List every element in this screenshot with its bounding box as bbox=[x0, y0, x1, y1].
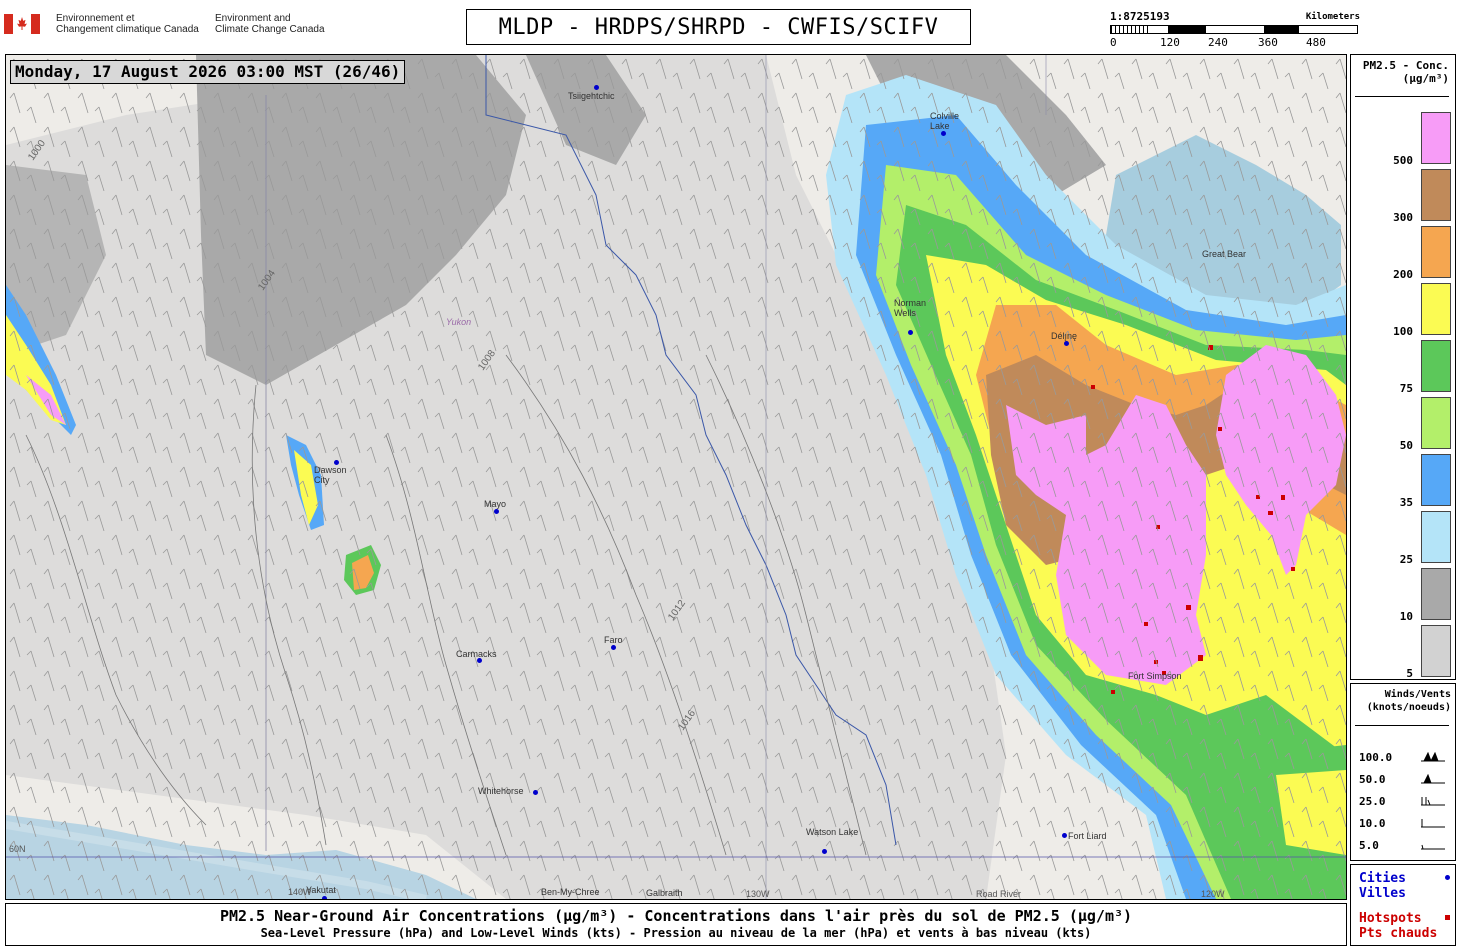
wind-barb-icon bbox=[1421, 797, 1445, 806]
caption-line-2: Sea-Level Pressure (hPa) and Low-Level W… bbox=[260, 926, 1092, 940]
city-marker[interactable] bbox=[822, 849, 827, 854]
wind-barb-icon bbox=[1421, 819, 1445, 828]
wind-speed-label: 100.0 bbox=[1359, 751, 1393, 764]
wind-speed-label: 5.0 bbox=[1359, 839, 1379, 852]
hotspot-square-icon bbox=[1445, 915, 1450, 920]
edge-label: 130W bbox=[746, 889, 770, 899]
city-marker[interactable] bbox=[611, 645, 616, 650]
city-marker[interactable] bbox=[322, 896, 327, 899]
concentration-map bbox=[6, 55, 1346, 899]
scale-tick: 480 bbox=[1306, 36, 1326, 49]
wind-speed-label: 25.0 bbox=[1359, 795, 1386, 808]
legend-level-label: 75 bbox=[1399, 382, 1413, 395]
wind-speed-label: 50.0 bbox=[1359, 773, 1386, 786]
canada-flag-icon bbox=[4, 14, 40, 34]
place-label: Tsiigehtchic bbox=[568, 91, 615, 101]
legend-swatch bbox=[1421, 397, 1451, 449]
city-marker[interactable] bbox=[594, 85, 599, 90]
place-label: Ben-My-Chree bbox=[541, 887, 600, 897]
scale-tick: 0 bbox=[1110, 36, 1117, 49]
legend-swatch bbox=[1421, 454, 1451, 506]
legend-unit: (knots/noeuds) bbox=[1366, 702, 1451, 713]
place-label: Mayo bbox=[484, 499, 507, 509]
legend-swatch bbox=[1421, 169, 1451, 221]
wind-barb-icon bbox=[1421, 844, 1445, 850]
place-label: Fort Simpson bbox=[1128, 671, 1182, 681]
city-marker[interactable] bbox=[1062, 833, 1067, 838]
scale-ratio: 1:8725193 bbox=[1110, 10, 1170, 23]
scale-graduation bbox=[1110, 25, 1358, 34]
scale-unit: Kilometers bbox=[1305, 12, 1360, 22]
map-caption: PM2.5 Near-Ground Air Concentrations (µg… bbox=[5, 903, 1347, 946]
legend-level-label: 300 bbox=[1393, 211, 1413, 224]
city-marker[interactable] bbox=[494, 509, 499, 514]
city-marker[interactable] bbox=[941, 131, 946, 136]
city-dot-icon bbox=[1445, 875, 1450, 880]
legend-swatch bbox=[1421, 226, 1451, 278]
pm25-legend: PM2.5 - Conc. (µg/m³) 500 300 200 100 75 50 35 2… bbox=[1350, 54, 1456, 680]
department-name-en: Environment and Climate Change Canada bbox=[215, 13, 325, 35]
scale-tick: 240 bbox=[1208, 36, 1228, 49]
legend-level-label: 100 bbox=[1393, 325, 1413, 338]
legend-title: Winds/Vents bbox=[1384, 689, 1451, 700]
legend-level-label: 5 bbox=[1406, 667, 1413, 680]
legend-level-label: 200 bbox=[1393, 268, 1413, 281]
wind-legend: Winds/Vents (knots/noeuds) 100.0 50.0 25.… bbox=[1350, 683, 1456, 861]
legend-swatch bbox=[1421, 625, 1451, 677]
edge-label: 120W bbox=[1201, 889, 1225, 899]
city-marker[interactable] bbox=[1064, 341, 1069, 346]
legend-swatch bbox=[1421, 568, 1451, 620]
department-name-fr: Environnement et Changement climatique Ca… bbox=[56, 13, 199, 35]
region-label: Yukon bbox=[446, 317, 472, 327]
city-marker[interactable] bbox=[533, 790, 538, 795]
place-label: Galbraith bbox=[646, 888, 683, 898]
place-label: Colville Lake bbox=[930, 111, 960, 131]
legend-level-label: 10 bbox=[1399, 610, 1413, 623]
legend-swatch bbox=[1421, 511, 1451, 563]
map-view[interactable]: Monday, 17 August 2026 03:00 MST (26/46)… bbox=[5, 54, 1347, 900]
scale-tick: 120 bbox=[1160, 36, 1180, 49]
legend-title: PM2.5 - Conc. bbox=[1362, 59, 1449, 72]
legend-swatch bbox=[1421, 340, 1451, 392]
edge-label: Road River bbox=[976, 889, 1022, 899]
place-label: Dawson City bbox=[314, 465, 347, 485]
product-title: MLDP - HRDPS/SHRPD - CWFIS/SCIFV bbox=[466, 9, 971, 45]
place-label: Great Bear bbox=[1202, 249, 1247, 259]
place-label: Watson Lake bbox=[806, 827, 859, 837]
place-label: Whitehorse bbox=[478, 786, 524, 796]
place-label: Norman Wells bbox=[894, 298, 927, 318]
legend-swatch bbox=[1421, 283, 1451, 335]
hotspots-key: Hotspots Pts chauds bbox=[1359, 911, 1450, 941]
marker-key: Cities Villes Hotspots Pts chauds bbox=[1350, 864, 1456, 946]
edge-label: 140W bbox=[288, 887, 312, 897]
place-label: Carmacks bbox=[456, 649, 497, 659]
forecast-timestamp: Monday, 17 August 2026 03:00 MST (26/46) bbox=[10, 60, 406, 84]
wind-speed-label: 10.0 bbox=[1359, 817, 1386, 830]
scale-tick: 360 bbox=[1258, 36, 1278, 49]
place-label: Délı̨nę bbox=[1051, 331, 1078, 341]
wind-barb-icon bbox=[1421, 774, 1445, 784]
cities-key: Cities Villes bbox=[1359, 871, 1450, 901]
eccc-logo: Environnement et Changement climatique Ca… bbox=[4, 10, 344, 44]
place-label: Fort Liard bbox=[1068, 831, 1107, 841]
legend-level-label: 500 bbox=[1393, 154, 1413, 167]
scale-bar: 1:8725193 Kilometers 0 120 240 360 480 bbox=[1110, 10, 1360, 50]
place-label: Faro bbox=[604, 635, 623, 645]
caption-line-1: PM2.5 Near-Ground Air Concentrations (µg… bbox=[219, 907, 1133, 925]
legend-swatch bbox=[1421, 112, 1451, 164]
city-marker[interactable] bbox=[908, 330, 913, 335]
edge-label: 60N bbox=[9, 844, 26, 854]
legend-level-label: 35 bbox=[1399, 496, 1413, 509]
legend-level-label: 50 bbox=[1399, 439, 1413, 452]
legend-level-label: 25 bbox=[1399, 553, 1413, 566]
wind-barb-icon bbox=[1421, 752, 1445, 762]
legend-unit: (µg/m³) bbox=[1402, 72, 1449, 85]
